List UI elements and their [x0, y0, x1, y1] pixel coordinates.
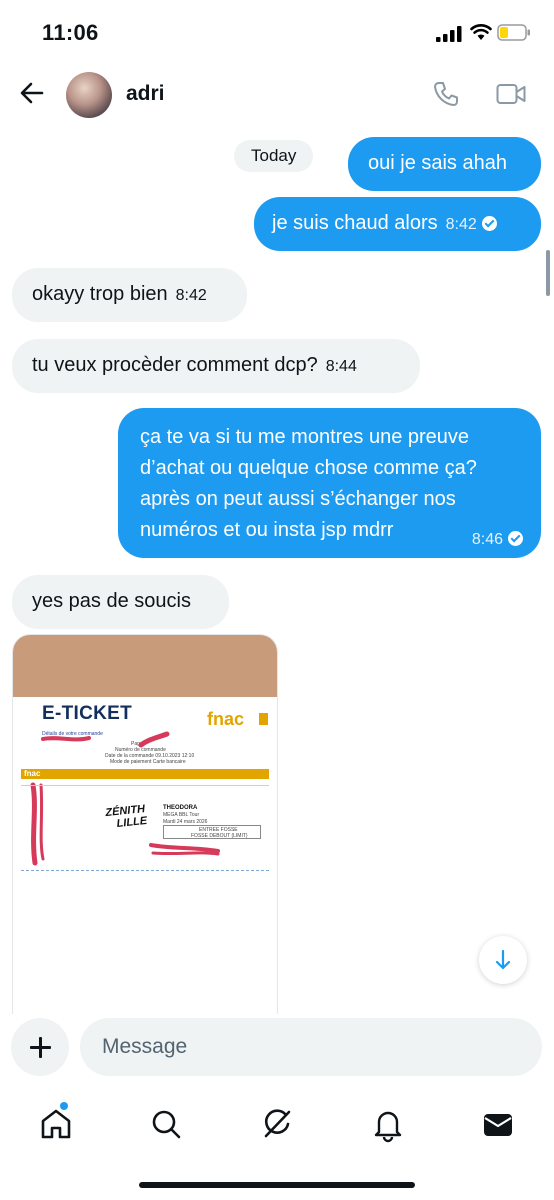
- message-line: ça te va si tu me montres une preuve: [140, 426, 470, 448]
- new-activity-dot: [60, 1102, 68, 1110]
- message-outgoing[interactable]: je suis chaud alors 8:42: [254, 197, 541, 251]
- event-artist: THEODORA: [163, 805, 198, 811]
- message-composer: [0, 1014, 554, 1094]
- message-incoming[interactable]: tu veux procèder comment dcp? 8:44: [12, 339, 420, 393]
- message-incoming[interactable]: okayy trop bien 8:42: [12, 268, 247, 322]
- message-text: yes pas de soucis: [32, 590, 191, 612]
- venue-logo: ZÉNITH LILLE: [104, 803, 148, 831]
- seat-label: FOSSE DEBOUT (LIMIT): [191, 833, 248, 839]
- status-bar: 11:06: [0, 0, 554, 64]
- event-tour: MEGA BBL Tour: [163, 812, 200, 818]
- message-time: 8:46: [471, 531, 503, 548]
- message-line: d’achat ou quelque chose comme ça?: [140, 457, 477, 479]
- message-time: 8:42: [175, 287, 207, 304]
- video-call-icon[interactable]: [496, 82, 526, 106]
- message-text: oui je sais ahah: [368, 152, 507, 174]
- message-time: 8:42: [445, 216, 477, 233]
- search-icon[interactable]: [146, 1104, 186, 1144]
- message-line: numéros et ou insta jsp mdrr: [140, 519, 394, 541]
- phone-call-icon[interactable]: [432, 80, 460, 108]
- home-indicator: [139, 1182, 415, 1188]
- notifications-bell-icon[interactable]: [368, 1104, 408, 1144]
- message-thread[interactable]: Today oui je sais ahah je suis chaud alo…: [0, 124, 554, 1014]
- message-outgoing[interactable]: ça te va si tu me montres une preuve d’a…: [118, 408, 541, 558]
- bottom-tab-bar: [0, 1094, 554, 1164]
- wifi-icon: [470, 24, 492, 40]
- message-text: je suis chaud alors: [272, 212, 438, 234]
- message-incoming[interactable]: yes pas de soucis: [12, 575, 229, 629]
- message-line: après on peut aussi s’échanger nos: [140, 488, 456, 510]
- message-input[interactable]: [80, 1018, 542, 1076]
- conversation-header: adri: [0, 64, 554, 124]
- add-attachment-button[interactable]: [11, 1018, 69, 1076]
- ticket-cut-line: [21, 870, 269, 871]
- scroll-to-bottom-button[interactable]: [479, 936, 527, 984]
- read-check-icon: [508, 531, 523, 546]
- scrollbar-thumb[interactable]: [546, 250, 550, 296]
- ticket-header-bar: [21, 769, 269, 779]
- fnac-small-logo: fnac: [24, 769, 41, 778]
- date-separator: Today: [234, 140, 314, 172]
- messages-envelope-icon[interactable]: [478, 1104, 518, 1144]
- battery-low-icon: [497, 24, 530, 41]
- home-icon[interactable]: [36, 1104, 76, 1144]
- read-check-icon: [481, 216, 497, 231]
- contact-avatar[interactable]: [66, 72, 112, 118]
- grok-icon[interactable]: [257, 1104, 297, 1144]
- contact-name[interactable]: adri: [126, 82, 165, 106]
- arrow-down-icon: [495, 949, 511, 970]
- message-text: okayy trop bien: [32, 283, 168, 305]
- back-arrow-icon[interactable]: [18, 79, 46, 107]
- message-outgoing[interactable]: oui je sais ahah: [348, 137, 541, 191]
- status-time: 11:06: [42, 20, 99, 45]
- message-time: 8:44: [325, 358, 357, 375]
- message-text: tu veux procèder comment dcp?: [32, 354, 318, 376]
- ticket-image-attachment[interactable]: E-TICKET fnac Détails de votre commande …: [12, 634, 278, 1014]
- cellular-signal-icon: [436, 26, 462, 42]
- ticket-divider: [21, 785, 269, 786]
